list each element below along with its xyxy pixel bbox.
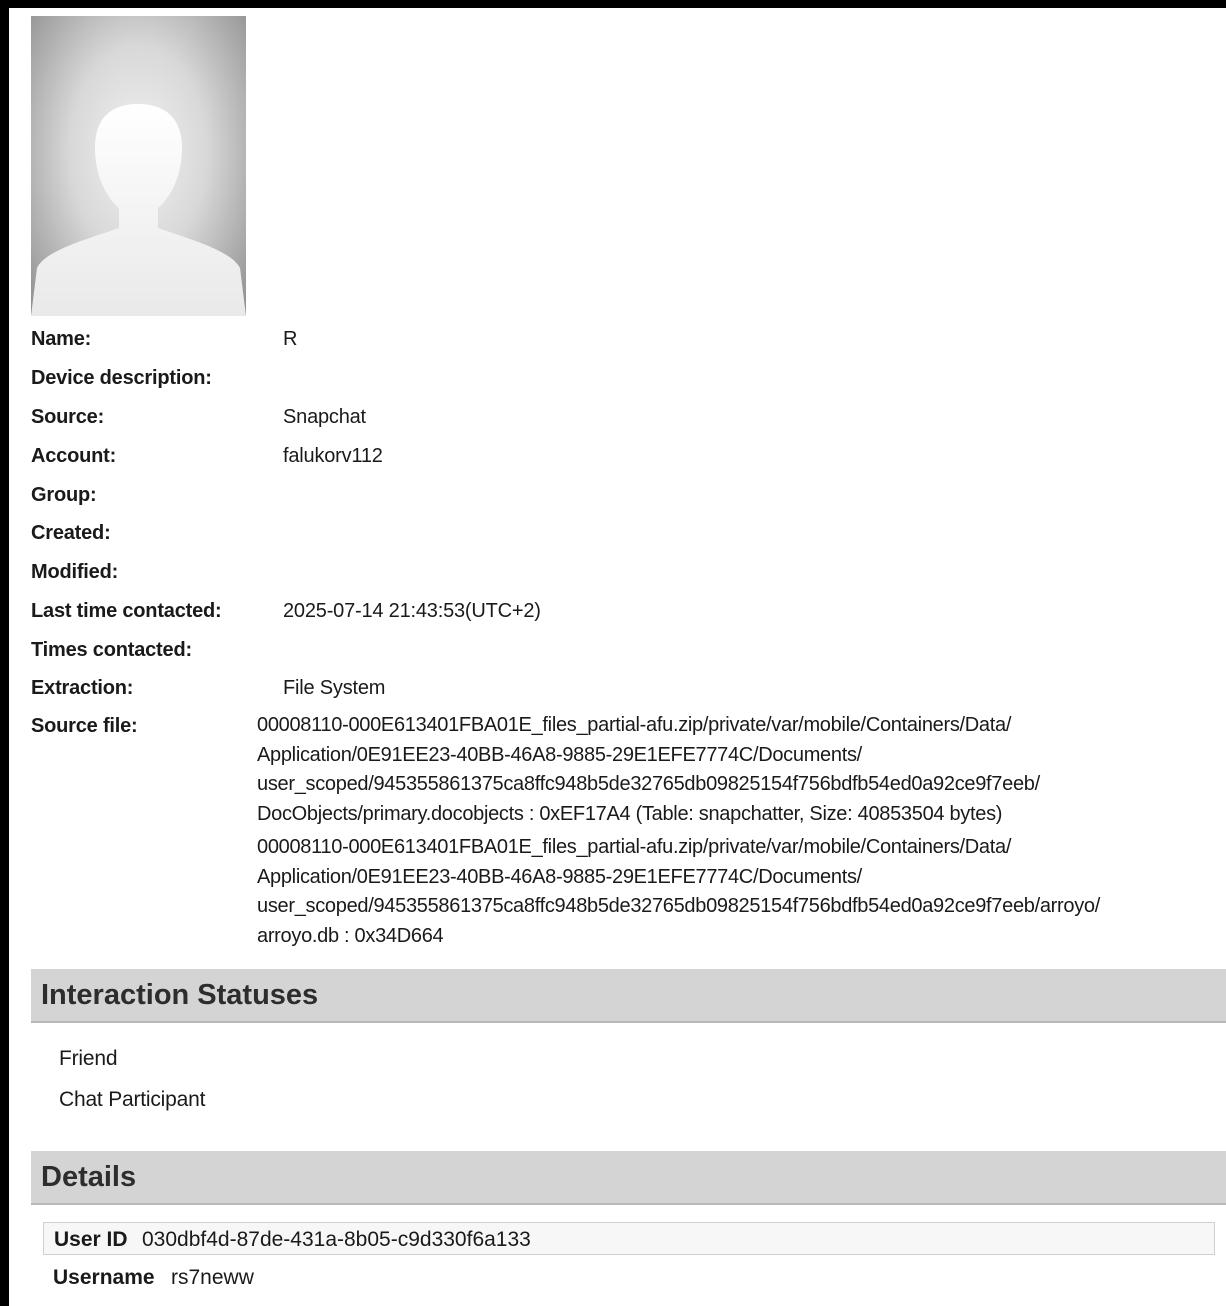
status-item-friend: Friend <box>59 1047 118 1070</box>
field-value: File System <box>283 677 386 699</box>
field-value: R <box>283 328 298 350</box>
source-file-line: user_scoped/945355861375ca8ffc948b5de327… <box>257 773 1040 795</box>
source-file-line: Application/0E91EE23-40BB-46A8-9885-29E1… <box>257 865 862 888</box>
source-file-line: arroyo.db : 0x34D664 <box>257 924 444 947</box>
field-label: Last time contacted: <box>31 600 222 622</box>
details-header[interactable]: Details <box>31 1151 1226 1205</box>
detail-value: rs7neww <box>171 1266 254 1289</box>
interaction-statuses-header[interactable]: Interaction Statuses <box>31 969 1226 1023</box>
field-label: Account: <box>31 445 117 467</box>
field-label: Modified: <box>31 561 119 583</box>
detail-value: 030dbf4d-87de-431a-8b05-c9d330f6a133 <box>142 1228 531 1251</box>
source-file-path-2[interactable]: 00008110-000E613401FBA01E_files_partial-… <box>257 833 1100 951</box>
field-label: Name: <box>31 328 92 350</box>
contact-details-panel: Name: R Device description: Source: Snap… <box>9 8 1226 1306</box>
field-value: falukorv112 <box>283 445 383 467</box>
field-value: Snapchat <box>283 406 366 428</box>
detail-row-username[interactable]: Username rs7neww <box>43 1261 1215 1294</box>
source-file-line: 00008110-000E613401FBA01E_files_partial-… <box>257 836 1012 858</box>
field-label: Device description: <box>31 367 212 389</box>
detail-label: Username <box>53 1266 155 1289</box>
field-label: Created: <box>31 522 111 544</box>
field-label: Times contacted: <box>31 639 192 661</box>
field-label: Source: <box>31 406 105 428</box>
section-title: Interaction Statuses <box>41 979 319 1011</box>
detail-label: User ID <box>54 1228 128 1251</box>
field-label: Group: <box>31 484 97 506</box>
person-placeholder-icon <box>31 16 246 316</box>
field-value: 2025-07-14 21:43:53(UTC+2) <box>283 600 541 622</box>
field-label: Source file: <box>31 715 138 737</box>
source-file-path-1[interactable]: 00008110-000E613401FBA01E_files_partial-… <box>257 711 1040 829</box>
status-item-chat-participant: Chat Participant <box>59 1088 206 1111</box>
section-title: Details <box>41 1161 137 1193</box>
detail-row-user-id[interactable]: User ID 030dbf4d-87de-431a-8b05-c9d330f6… <box>43 1222 1215 1255</box>
source-file-line: 00008110-000E613401FBA01E_files_partial-… <box>257 714 1012 736</box>
source-file-line: user_scoped/945355861375ca8ffc948b5de327… <box>257 895 1100 917</box>
field-label: Extraction: <box>31 677 134 699</box>
source-file-line: DocObjects/primary.docobjects : 0xEF17A4… <box>257 802 1003 825</box>
source-file-line: Application/0E91EE23-40BB-46A8-9885-29E1… <box>257 743 862 766</box>
